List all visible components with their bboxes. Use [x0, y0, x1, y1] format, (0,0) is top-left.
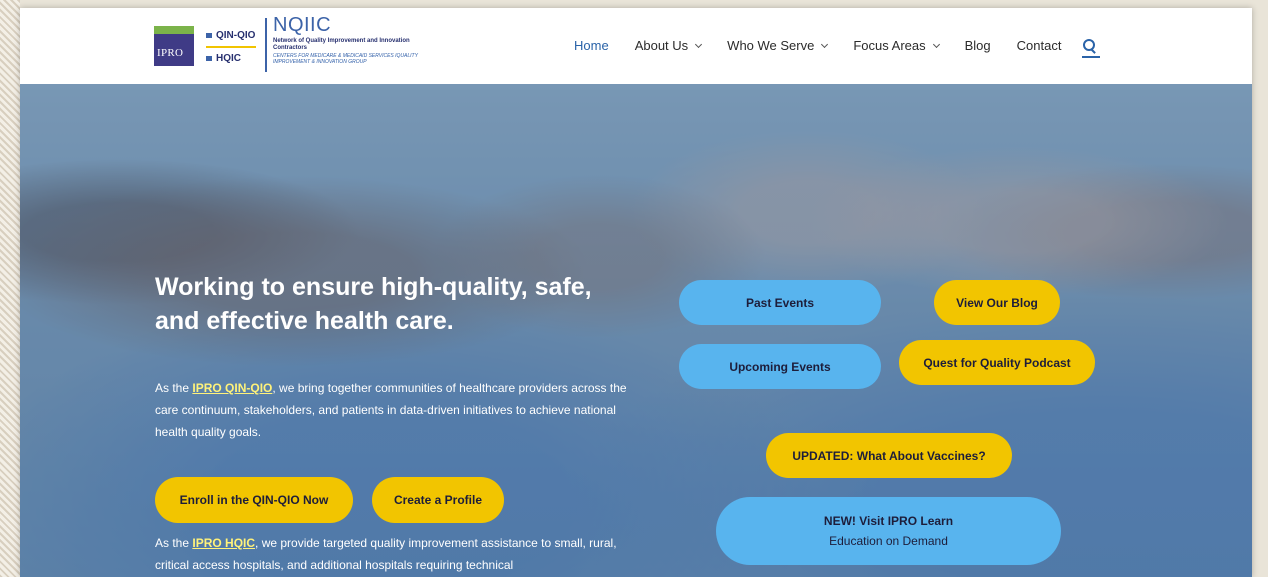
hero-content: Working to ensure high-quality, safe, an… — [20, 84, 1252, 577]
hqic-description: As the IPRO HQIC, we provide targeted qu… — [155, 532, 650, 576]
enroll-qin-qio-button[interactable]: Enroll in the QIN-QIO Now — [155, 477, 353, 523]
create-profile-button[interactable]: Create a Profile — [372, 477, 504, 523]
qin-qio-logo-label: QIN-QIO — [206, 30, 255, 41]
nav-blog-label: Blog — [964, 38, 991, 53]
browser-page: IPRO QIN-QIO HQIC NQIIC Network of Quali… — [20, 8, 1252, 577]
hqic-logo-label: HQIC — [206, 53, 241, 64]
nav-home-label: Home — [574, 38, 609, 53]
nav-who-we-serve[interactable]: Who We Serve — [727, 38, 829, 53]
nav-home[interactable]: Home — [574, 38, 609, 53]
ipro-qin-qio-link[interactable]: IPRO QIN-QIO — [192, 381, 272, 395]
ipro-learn-button[interactable]: NEW! Visit IPRO Learn Education on Deman… — [716, 497, 1061, 565]
hero-headline: Working to ensure high-quality, safe, an… — [155, 273, 592, 335]
nav-contact-label: Contact — [1016, 38, 1062, 53]
ipro-logo-text: IPRO — [157, 47, 184, 59]
nav-who-we-serve-label: Who We Serve — [727, 38, 815, 53]
cms-logo-text: CENTERS FOR MEDICARE & MEDICAID SERVICES… — [273, 53, 418, 65]
logo-divider-bar — [206, 46, 256, 48]
chevron-down-icon — [821, 40, 829, 48]
ipro-hqic-link[interactable]: IPRO HQIC — [192, 536, 255, 550]
page-border-decoration — [0, 0, 20, 577]
hero-section: Working to ensure high-quality, safe, an… — [20, 84, 1252, 577]
main-nav: Home About Us Who We Serve Focus Areas B… — [574, 38, 1101, 58]
search-underline — [1082, 55, 1101, 58]
qin-qio-description-prefix: As the — [155, 381, 193, 395]
nav-contact[interactable]: Contact — [1017, 38, 1062, 53]
nav-about-us[interactable]: About Us — [634, 38, 703, 53]
logo-vertical-divider — [265, 18, 267, 72]
nav-about-us-label: About Us — [634, 38, 689, 53]
hqic-description-prefix: As the — [155, 536, 193, 550]
nav-blog[interactable]: Blog — [965, 38, 991, 53]
podcast-button[interactable]: Quest for Quality Podcast — [899, 340, 1095, 385]
chevron-down-icon — [695, 40, 703, 48]
nav-focus-areas[interactable]: Focus Areas — [853, 38, 940, 53]
view-blog-button[interactable]: View Our Blog — [934, 280, 1060, 325]
nav-focus-areas-label: Focus Areas — [853, 38, 926, 53]
nqiic-logo-title: NQIIC — [273, 14, 332, 36]
qin-qio-description: As the IPRO QIN-QIO, we bring together c… — [155, 377, 650, 443]
nqiic-logo-subtitle: Network of Quality Improvement and Innov… — [273, 38, 410, 51]
ipro-logo[interactable]: IPRO — [154, 26, 194, 66]
chevron-down-icon — [932, 40, 940, 48]
ipro-learn-title: NEW! Visit IPRO Learn — [823, 514, 954, 528]
site-header: IPRO QIN-QIO HQIC NQIIC Network of Quali… — [20, 8, 1252, 84]
upcoming-events-button[interactable]: Upcoming Events — [679, 344, 881, 389]
search-icon[interactable] — [1082, 38, 1101, 58]
past-events-button[interactable]: Past Events — [679, 280, 881, 325]
ipro-learn-subtitle: Education on Demand — [829, 534, 948, 548]
vaccines-button[interactable]: UPDATED: What About Vaccines? — [766, 433, 1012, 478]
